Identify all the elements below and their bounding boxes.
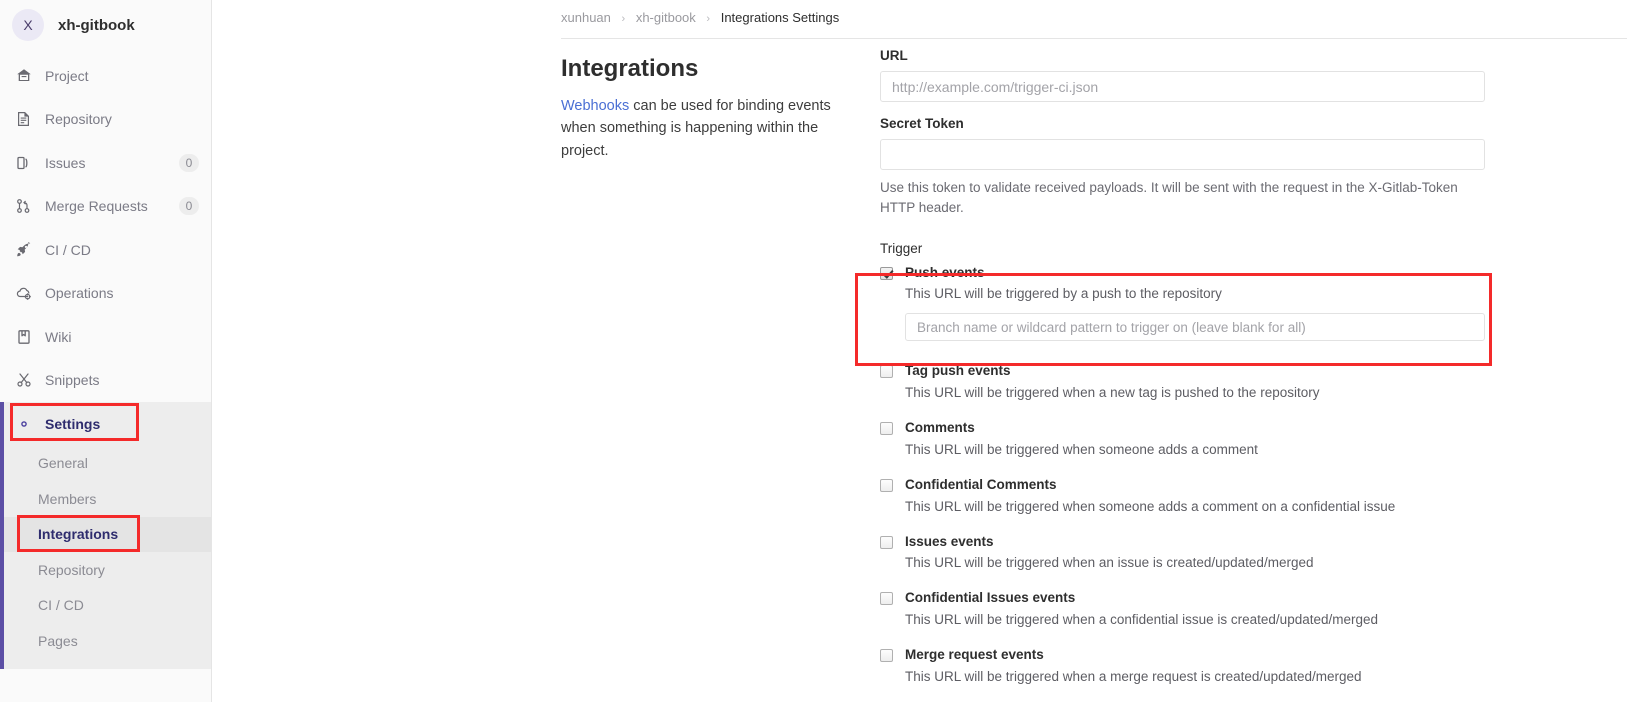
comments-checkbox[interactable]	[880, 422, 893, 436]
push-events-checkbox[interactable]	[880, 266, 893, 280]
event-label: Confidential Issues events	[905, 590, 1076, 606]
sidebar-nav: Project Repository Issues 0 Merge Reques…	[0, 50, 211, 669]
sidebar-item-label: Settings	[45, 415, 101, 432]
page-title: Integrations	[561, 55, 699, 82]
integrations-intro: Integrations Webhooks can be used for bi…	[561, 55, 856, 162]
sidebar-subitem-ci-cd[interactable]: CI / CD	[0, 588, 211, 624]
project-avatar: X	[12, 9, 44, 41]
event-tag-push-events[interactable]: Tag push events This URL will be trigger…	[880, 363, 1496, 403]
webhook-form: URL Secret Token Use this token to valid…	[880, 48, 1496, 702]
sidebar-item-label: CI / CD	[45, 241, 91, 258]
breadcrumb-divider	[561, 38, 1627, 39]
merge-request-icon	[14, 197, 33, 215]
cloud-gear-icon	[14, 284, 33, 302]
sidebar-item-issues[interactable]: Issues 0	[0, 141, 211, 185]
sidebar-item-wiki[interactable]: Wiki	[0, 315, 211, 359]
sidebar-item-label: Wiki	[45, 328, 72, 345]
document-icon	[14, 110, 33, 128]
sidebar-item-label: Snippets	[45, 372, 100, 389]
event-label: Push events	[905, 264, 985, 280]
sidebar-subitem-label: CI / CD	[38, 597, 84, 614]
trigger-label: Trigger	[880, 240, 923, 256]
page-description: Webhooks can be used for binding events …	[561, 95, 856, 162]
event-issues-events[interactable]: Issues events This URL will be triggered…	[880, 534, 1496, 574]
url-label: URL	[880, 48, 908, 63]
main-content: xunhuan › xh-gitbook › Integrations Sett…	[212, 0, 1627, 702]
event-label: Tag push events	[905, 363, 1011, 379]
sidebar-item-operations[interactable]: Operations	[0, 272, 211, 316]
project-name: xh-gitbook	[58, 16, 135, 34]
sidebar-item-repository[interactable]: Repository	[0, 98, 211, 142]
sidebar-subitem-label: Pages	[38, 632, 78, 649]
sidebar-subitem-repository[interactable]: Repository	[0, 552, 211, 588]
merge-request-events-checkbox[interactable]	[880, 649, 893, 663]
sidebar-item-label: Issues	[45, 154, 86, 171]
sidebar-item-project[interactable]: Project	[0, 54, 211, 98]
breadcrumb-project[interactable]: xh-gitbook	[636, 10, 696, 25]
issue-icon	[14, 154, 33, 172]
sidebar-item-label: Merge Requests	[45, 198, 148, 215]
sidebar-subitem-integrations[interactable]: Integrations	[0, 516, 211, 552]
webhooks-link[interactable]: Webhooks	[561, 98, 629, 114]
sidebar-item-ci-cd[interactable]: CI / CD	[0, 228, 211, 272]
url-input[interactable]	[880, 71, 1485, 102]
event-label: Confidential Comments	[905, 476, 1057, 492]
event-merge-request-events[interactable]: Merge request events This URL will be tr…	[880, 647, 1496, 687]
event-description: This URL will be triggered when a merge …	[905, 668, 1362, 684]
issues-events-checkbox[interactable]	[880, 535, 893, 549]
sidebar-item-settings[interactable]: Settings	[0, 402, 211, 446]
sidebar-subitem-label: Repository	[38, 561, 105, 578]
event-description: This URL will be triggered when a confid…	[905, 612, 1379, 628]
confidential-comments-checkbox[interactable]	[880, 478, 893, 492]
push-branch-filter-input[interactable]	[905, 313, 1485, 342]
gear-icon	[14, 415, 33, 433]
sidebar-subitem-label: General	[38, 455, 88, 472]
sidebar-subitem-pages[interactable]: Pages	[0, 623, 211, 659]
sidebar-subitem-label: Members	[38, 490, 97, 507]
event-comments[interactable]: Comments This URL will be triggered when…	[880, 420, 1496, 460]
event-confidential-issues-events[interactable]: Confidential Issues events This URL will…	[880, 590, 1496, 630]
sidebar-item-snippets[interactable]: Snippets	[0, 359, 211, 403]
sidebar-item-merge-requests[interactable]: Merge Requests 0	[0, 185, 211, 229]
rocket-icon	[14, 241, 33, 259]
sidebar-subitem-members[interactable]: Members	[0, 481, 211, 517]
event-description: This URL will be triggered when an issue…	[905, 555, 1314, 571]
breadcrumb-current-page: Integrations Settings	[720, 10, 840, 25]
merge-requests-count-badge: 0	[179, 197, 199, 216]
confidential-issues-events-checkbox[interactable]	[880, 592, 893, 606]
secret-token-help-text: Use this token to validate received payl…	[880, 180, 1458, 216]
integrations-settings-page: X xh-gitbook Project Repository Issues 0…	[0, 0, 1627, 702]
event-push-events[interactable]: Push events This URL will be triggered b…	[880, 265, 1496, 342]
sidebar-item-label: Repository	[45, 111, 112, 128]
secret-token-input[interactable]	[880, 139, 1485, 170]
breadcrumb-separator: ›	[706, 13, 711, 25]
event-description: This URL will be triggered by a push to …	[905, 286, 1222, 302]
breadcrumb-group[interactable]: xunhuan	[561, 10, 611, 25]
sidebar-item-label: Operations	[45, 285, 114, 302]
event-description: This URL will be triggered when a new ta…	[905, 385, 1320, 401]
sidebar-subitem-label: Integrations	[38, 526, 119, 543]
event-label: Comments	[905, 420, 975, 436]
sidebar-subitem-general[interactable]: General	[0, 446, 211, 482]
scissors-icon	[14, 371, 33, 389]
home-icon	[14, 67, 33, 85]
book-icon	[14, 328, 33, 346]
event-description: This URL will be triggered when someone …	[905, 498, 1396, 514]
breadcrumb-separator: ›	[621, 13, 626, 25]
breadcrumb: xunhuan › xh-gitbook › Integrations Sett…	[561, 10, 839, 25]
tag-push-events-checkbox[interactable]	[880, 365, 893, 379]
event-label: Merge request events	[905, 647, 1044, 663]
event-description: This URL will be triggered when someone …	[905, 441, 1258, 457]
event-label: Issues events	[905, 533, 994, 549]
project-sidebar: X xh-gitbook Project Repository Issues 0…	[0, 0, 212, 702]
issues-count-badge: 0	[179, 153, 199, 172]
sidebar-item-label: Project	[45, 67, 89, 84]
settings-submenu: General Members Integrations Repository …	[0, 445, 211, 669]
secret-token-label: Secret Token	[880, 116, 964, 131]
event-confidential-comments[interactable]: Confidential Comments This URL will be t…	[880, 477, 1496, 517]
sidebar-project-header[interactable]: X xh-gitbook	[0, 0, 211, 50]
